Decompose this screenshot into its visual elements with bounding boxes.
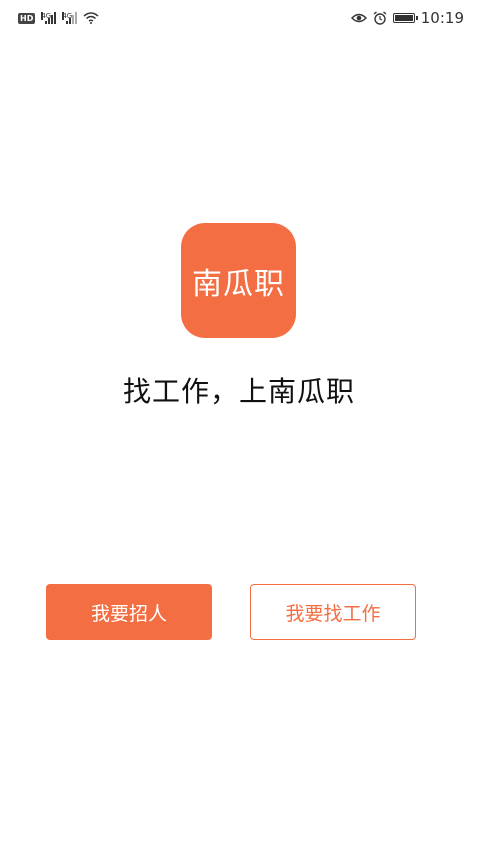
status-time: 10:19 [420, 9, 464, 27]
app-logo-text: 南瓜职 [192, 266, 285, 302]
signal-icon-sim2: 4G [62, 12, 78, 24]
slogan: 找工作，上南瓜职 [122, 375, 355, 408]
hd-icon: HD [18, 12, 36, 24]
wifi-icon [83, 12, 99, 24]
status-bar-left: HD 4G 4G [18, 12, 99, 24]
status-bar: HD 4G 4G 10:19 [0, 0, 478, 36]
signal-icon-sim1: 4G [41, 12, 57, 24]
battery-icon [392, 13, 418, 23]
network-type-label: 4G [62, 12, 73, 20]
status-bar-right: 10:19 [350, 9, 464, 27]
recruit-button[interactable]: 我要招人 [46, 584, 212, 640]
app-logo: 南瓜职 [181, 223, 296, 338]
eye-comfort-icon [350, 13, 367, 23]
network-type-label: 4G [41, 12, 52, 20]
alarm-icon [373, 11, 387, 25]
find-job-button[interactable]: 我要找工作 [250, 584, 416, 640]
